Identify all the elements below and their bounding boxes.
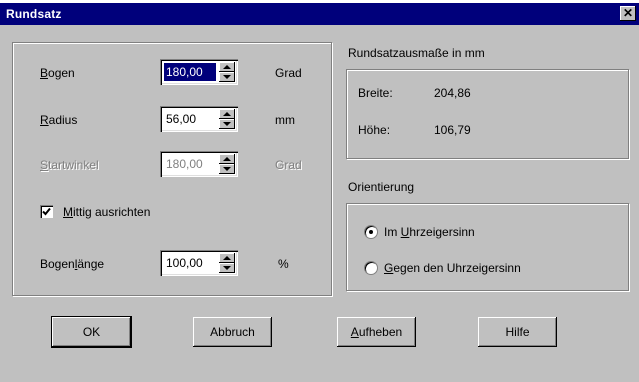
radio-gegen-uhrzeigersinn[interactable] — [364, 261, 378, 275]
bogenlaenge-spin-down-button[interactable] — [219, 263, 235, 273]
close-icon: ✕ — [622, 6, 634, 20]
startwinkel-spin-up-button — [219, 154, 235, 164]
radio-label-im-uhrzeigersinn[interactable]: Im Uhrzeigersinn — [384, 225, 475, 239]
abbruch-button[interactable]: Abbruch — [193, 317, 272, 347]
radius-spinner[interactable] — [219, 109, 235, 129]
bogenlaenge-field — [160, 250, 238, 276]
bogenlaenge-label: Bogenlänge — [40, 257, 105, 271]
bogen-input[interactable] — [164, 63, 216, 81]
orientation-title: Orientierung — [348, 180, 415, 194]
radio-im-uhrzeigersinn[interactable] — [364, 225, 378, 239]
arrow-down-icon — [223, 122, 231, 126]
dimensions-group — [346, 69, 629, 159]
ok-button-label: OK — [82, 325, 101, 339]
arrow-down-icon — [223, 167, 231, 171]
radius-input[interactable] — [164, 110, 222, 128]
bogenlaenge-input[interactable] — [164, 254, 222, 272]
radius-spin-up-button[interactable] — [219, 109, 235, 119]
radio-selected-dot — [369, 230, 373, 234]
ok-button[interactable]: OK — [51, 316, 132, 348]
bogenlaenge-spin-up-button[interactable] — [219, 253, 235, 263]
bogen-unit: Grad — [275, 66, 302, 80]
rundsatz-dialog: Rundsatz ✕ Bogen Grad Radius mm Startwin… — [0, 3, 639, 382]
arrow-down-icon — [223, 75, 231, 79]
arrow-up-icon — [223, 256, 231, 260]
radio-label-gegen-uhrzeigersinn[interactable]: Gegen den Uhrzeigersinn — [384, 261, 521, 275]
bogen-field — [160, 59, 238, 85]
bogenlaenge-spinner[interactable] — [219, 253, 235, 273]
hilfe-button[interactable]: Hilfe — [478, 317, 557, 347]
arrow-up-icon — [223, 112, 231, 116]
aufheben-button[interactable]: Aufheben — [337, 317, 416, 347]
abbruch-button-label: Abbruch — [210, 325, 255, 339]
breite-label: Breite: — [358, 86, 393, 100]
bogen-label: Bogen — [40, 66, 75, 80]
window-title: Rundsatz — [6, 7, 62, 21]
hoehe-value: 106,79 — [434, 123, 471, 137]
radius-label: Radius — [40, 113, 78, 127]
startwinkel-field — [160, 151, 238, 177]
hoehe-label: Höhe: — [358, 123, 391, 137]
breite-value: 204,86 — [434, 86, 471, 100]
bogen-spin-up-button[interactable] — [219, 62, 235, 72]
radius-unit: mm — [275, 113, 295, 127]
arrow-down-icon — [223, 266, 231, 270]
startwinkel-label: Startwinkel — [40, 158, 99, 172]
startwinkel-unit: Grad — [275, 158, 302, 172]
radius-spin-down-button[interactable] — [219, 119, 235, 129]
startwinkel-input — [164, 155, 222, 173]
title-bar[interactable]: Rundsatz ✕ — [0, 3, 639, 25]
close-button[interactable]: ✕ — [620, 6, 636, 21]
bogen-spinner[interactable] — [219, 62, 235, 82]
radius-field — [160, 106, 238, 132]
mittig-checkbox[interactable] — [40, 205, 53, 218]
dimensions-title: Rundsatzausmaße in mm — [348, 46, 485, 60]
arrow-up-icon — [223, 65, 231, 69]
startwinkel-spin-down-button — [219, 164, 235, 174]
startwinkel-spinner — [219, 154, 235, 174]
bogenlaenge-unit: % — [278, 257, 289, 271]
hilfe-button-label: Hilfe — [505, 325, 530, 339]
orientation-group — [346, 203, 629, 291]
bogen-spin-down-button[interactable] — [219, 72, 235, 82]
checkmark-icon — [42, 207, 51, 216]
arrow-up-icon — [223, 157, 231, 161]
mittig-label[interactable]: Mittig ausrichten — [63, 205, 150, 219]
aufheben-button-label: Aufheben — [350, 325, 403, 339]
